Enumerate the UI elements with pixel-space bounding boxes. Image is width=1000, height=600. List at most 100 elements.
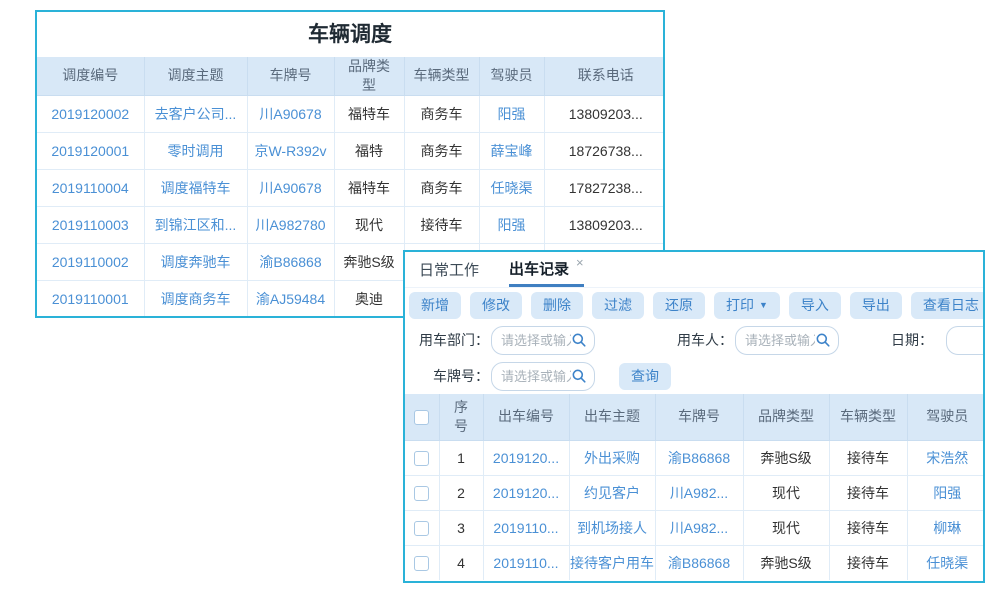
- tab-vehicle-records[interactable]: 出车记录 ×: [509, 252, 584, 287]
- cell-record-id[interactable]: 2019120...: [483, 440, 569, 475]
- cell-brand-type: 奔驰S级: [334, 243, 404, 280]
- select-all-checkbox[interactable]: [414, 410, 429, 425]
- cell-plate-number[interactable]: 川A90678: [247, 169, 334, 206]
- cell-plate-number[interactable]: 渝AJ59484: [247, 280, 334, 317]
- record-column-header: 车辆类型: [829, 394, 907, 440]
- cell-driver[interactable]: 宋浩然: [907, 440, 985, 475]
- record-column-header: 驾驶员: [907, 394, 985, 440]
- cell-brand-type: 福特车: [334, 95, 404, 132]
- cell-brand-type: 现代: [743, 510, 829, 545]
- cell-dispatch-topic[interactable]: 调度奔驰车: [144, 243, 247, 280]
- cell-dispatch-topic[interactable]: 去客户公司...: [144, 95, 247, 132]
- cell-dispatch-id[interactable]: 2019110001: [37, 280, 144, 317]
- cell-driver[interactable]: 阳强: [479, 206, 544, 243]
- cell-dispatch-id[interactable]: 2019110002: [37, 243, 144, 280]
- user-input[interactable]: [745, 333, 815, 348]
- cell-dispatch-topic[interactable]: 到锦江区和...: [144, 206, 247, 243]
- cell-dispatch-id[interactable]: 2019110003: [37, 206, 144, 243]
- plate-search-box: [491, 362, 595, 391]
- cell-dispatch-topic[interactable]: 调度商务车: [144, 280, 247, 317]
- department-label: 用车部门：: [405, 330, 489, 350]
- cell-plate-number[interactable]: 川A90678: [247, 95, 334, 132]
- view-log-button[interactable]: 查看日志: [911, 292, 985, 319]
- add-button[interactable]: 新增: [409, 292, 461, 319]
- cell-plate-number[interactable]: 川A982...: [655, 510, 743, 545]
- cell-driver[interactable]: 阳强: [907, 475, 985, 510]
- close-tab-icon[interactable]: ×: [576, 256, 584, 269]
- dispatch-table-row[interactable]: 2019120002 去客户公司... 川A90678 福特车 商务车 阳强 1…: [37, 95, 665, 132]
- cell-record-id[interactable]: 2019110...: [483, 545, 569, 580]
- tab-daily-work[interactable]: 日常工作: [419, 252, 479, 287]
- dispatch-table-row[interactable]: 2019110003 到锦江区和... 川A982780 现代 接待车 阳强 1…: [37, 206, 665, 243]
- cell-vehicle-type: 接待车: [829, 475, 907, 510]
- tab-bar: 日常工作 出车记录 ×: [405, 252, 983, 288]
- record-header-row: 序号 出车编号 出车主题 车牌号 品牌类型 车辆类型 驾驶员: [405, 394, 985, 440]
- cell-trip-topic[interactable]: 到机场接人: [569, 510, 655, 545]
- record-table-row[interactable]: 4 2019110... 接待客户用车 渝B86868 奔驰S级 接待车 任晓渠: [405, 545, 985, 580]
- cell-driver[interactable]: 任晓渠: [907, 545, 985, 580]
- search-icon[interactable]: [815, 332, 831, 348]
- cell-driver[interactable]: 薛宝峰: [479, 132, 544, 169]
- cell-vehicle-type: 接待车: [829, 510, 907, 545]
- cell-brand-type: 现代: [743, 475, 829, 510]
- cell-row-index: 4: [439, 545, 483, 580]
- restore-button[interactable]: 还原: [653, 292, 705, 319]
- cell-plate-number[interactable]: 川A982...: [655, 475, 743, 510]
- cell-trip-topic[interactable]: 约见客户: [569, 475, 655, 510]
- cell-plate-number[interactable]: 京W-R392v: [247, 132, 334, 169]
- cell-trip-topic[interactable]: 接待客户用车: [569, 545, 655, 580]
- cell-dispatch-id[interactable]: 2019120001: [37, 132, 144, 169]
- row-checkbox[interactable]: [414, 521, 429, 536]
- row-checkbox[interactable]: [414, 486, 429, 501]
- cell-dispatch-topic[interactable]: 零时调用: [144, 132, 247, 169]
- cell-checkbox: [405, 440, 439, 475]
- cell-plate-number[interactable]: 渝B86868: [247, 243, 334, 280]
- delete-button[interactable]: 删除: [531, 292, 583, 319]
- search-icon[interactable]: [571, 332, 587, 348]
- plate-input[interactable]: [501, 369, 571, 384]
- cell-driver[interactable]: 阳强: [479, 95, 544, 132]
- edit-button[interactable]: 修改: [470, 292, 522, 319]
- cell-row-index: 1: [439, 440, 483, 475]
- dispatch-column-header: 品牌类型: [334, 57, 404, 95]
- record-column-header: 序号: [439, 394, 483, 440]
- user-label: 用车人：: [595, 330, 733, 350]
- dispatch-column-header: 联系电话: [544, 57, 665, 95]
- cell-plate-number[interactable]: 渝B86868: [655, 545, 743, 580]
- filter-button[interactable]: 过滤: [592, 292, 644, 319]
- department-input[interactable]: [501, 333, 571, 348]
- record-table-row[interactable]: 2 2019120... 约见客户 川A982... 现代 接待车 阳强: [405, 475, 985, 510]
- record-table-row[interactable]: 1 2019120... 外出采购 渝B86868 奔驰S级 接待车 宋浩然: [405, 440, 985, 475]
- date-input[interactable]: [955, 333, 985, 348]
- cell-dispatch-id[interactable]: 2019120002: [37, 95, 144, 132]
- dispatch-table-row[interactable]: 2019120001 零时调用 京W-R392v 福特 商务车 薛宝峰 1872…: [37, 132, 665, 169]
- cell-record-id[interactable]: 2019120...: [483, 475, 569, 510]
- row-checkbox[interactable]: [414, 556, 429, 571]
- select-all-header-cell: [405, 394, 439, 440]
- dispatch-table-row[interactable]: 2019110004 调度福特车 川A90678 福特车 商务车 任晓渠 178…: [37, 169, 665, 206]
- department-search-box: [491, 326, 595, 355]
- date-label: 日期：: [839, 330, 933, 350]
- cell-phone: 17827238...: [544, 169, 665, 206]
- record-table-row[interactable]: 3 2019110... 到机场接人 川A982... 现代 接待车 柳琳: [405, 510, 985, 545]
- cell-dispatch-id[interactable]: 2019110004: [37, 169, 144, 206]
- tab-label: 出车记录: [509, 258, 569, 279]
- cell-dispatch-topic[interactable]: 调度福特车: [144, 169, 247, 206]
- import-button[interactable]: 导入: [789, 292, 841, 319]
- cell-driver[interactable]: 任晓渠: [479, 169, 544, 206]
- search-icon[interactable]: [571, 368, 587, 384]
- query-button[interactable]: 查询: [619, 363, 671, 390]
- cell-plate-number[interactable]: 渝B86868: [655, 440, 743, 475]
- export-button[interactable]: 导出: [850, 292, 902, 319]
- cell-record-id[interactable]: 2019110...: [483, 510, 569, 545]
- cell-vehicle-type: 接待车: [404, 206, 479, 243]
- vehicle-record-panel: 日常工作 出车记录 × 新增 修改 删除 过滤 还原 打印 ▼ 导入 导出 查看…: [403, 250, 985, 583]
- cell-plate-number[interactable]: 川A982780: [247, 206, 334, 243]
- row-checkbox[interactable]: [414, 451, 429, 466]
- cell-driver[interactable]: 柳琳: [907, 510, 985, 545]
- print-button[interactable]: 打印 ▼: [714, 292, 780, 319]
- cell-vehicle-type: 接待车: [829, 545, 907, 580]
- cell-trip-topic[interactable]: 外出采购: [569, 440, 655, 475]
- cell-phone: 13809203...: [544, 95, 665, 132]
- cell-checkbox: [405, 510, 439, 545]
